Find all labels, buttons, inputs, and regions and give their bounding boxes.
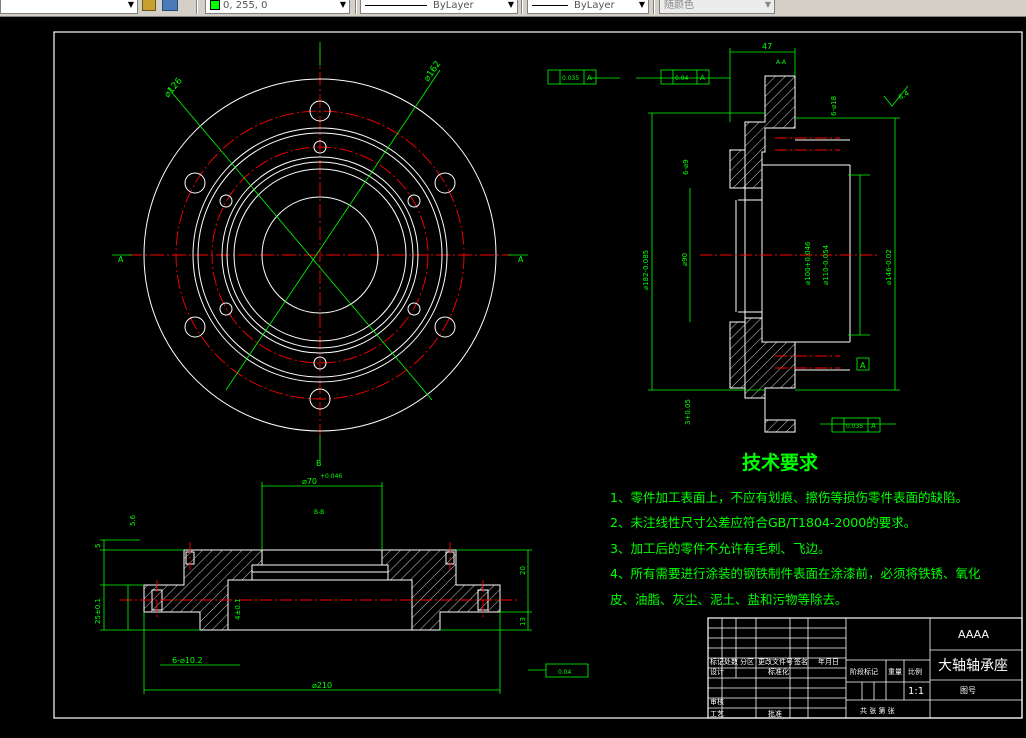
lineweight-preview xyxy=(532,4,568,6)
color-swatch-icon xyxy=(210,0,220,10)
tb-company: AAAA xyxy=(958,628,989,641)
tb-mark: 标记 xyxy=(710,657,724,666)
dim-holes-18: 6-⌀18 xyxy=(830,96,838,116)
lineweight-value: ByLayer xyxy=(574,0,615,11)
tol-perp-datum: A xyxy=(700,74,705,82)
tb-zone: 分区 xyxy=(740,657,754,666)
linetype-dropdown[interactable]: ByLayer ▼ xyxy=(360,0,518,14)
toolbar-separator xyxy=(355,0,357,14)
properties-toolbar: ▼ 0, 255, 0 ▼ ByLayer ▼ ByLayer ▼ 随颜色 ▼ xyxy=(0,0,1026,17)
drawing-canvas[interactable]: ⌀126 ⌀162 A A B 47 A-A 0.035 A 0.04 A 0.… xyxy=(0,16,1026,738)
front-section-label-right: A xyxy=(518,255,524,264)
dim-r3: 3+0.05 xyxy=(684,399,692,425)
layer-states-icon[interactable] xyxy=(142,0,156,11)
bottom-section-view: 0.04 ⌀70 +0.046 B-B ⌀210 6-⌀10.2 20 13 5… xyxy=(94,473,589,694)
section-label-bb: B-B xyxy=(314,509,324,516)
dim-d100: ⌀100+0.046 xyxy=(804,241,812,285)
requirement-1: 1、零件加工表面上，不应有划痕、擦伤等损伤零件表面的缺陷。 xyxy=(610,490,968,505)
tb-change-doc: 更改文件号 xyxy=(758,657,793,666)
plotstyle-value: 随颜色 xyxy=(664,0,694,11)
dim-d110: ⌀110-0.054 xyxy=(822,244,830,285)
front-view: ⌀126 ⌀162 A A B xyxy=(112,42,528,468)
linetype-value: ByLayer xyxy=(433,0,474,11)
roughness-value: 6.4 xyxy=(897,89,911,102)
side-section-view: 47 A-A 0.035 A 0.04 A 0.035 A A 6.4 ⌀182… xyxy=(547,42,911,433)
chevron-down-icon[interactable]: ▼ xyxy=(636,0,648,13)
tb-part-name: 大轴轴承座 xyxy=(938,658,1008,674)
dim-h5: 5 xyxy=(94,544,102,548)
tol-position-value: 0.035 xyxy=(562,75,579,82)
tol-bottom-datum: A xyxy=(871,422,876,430)
tb-approve: 批准 xyxy=(768,709,782,718)
chevron-down-icon[interactable]: ▼ xyxy=(505,0,517,13)
tol-bottom-value: 0.035 xyxy=(846,423,863,430)
tb-count: 处数 xyxy=(724,657,738,666)
dim-h13: 13 xyxy=(519,617,527,626)
tol-perp-value: 0.04 xyxy=(675,75,689,82)
tb-review: 审核 xyxy=(710,697,724,706)
tb-standard: 标准化 xyxy=(768,667,789,676)
requirement-2: 2、未注线性尺寸公差应符合GB/T1804-2000的要求。 xyxy=(610,515,916,530)
tb-ratio: 比例 xyxy=(908,667,922,676)
chevron-down-icon[interactable]: ▼ xyxy=(337,0,349,13)
title-block: 标记 处数 分区 更改文件号 签名 年月日 设计 标准化 审核 工艺 批准 阶段… xyxy=(707,617,1023,719)
color-value: 0, 255, 0 xyxy=(223,0,268,11)
tb-stage: 阶段标记 xyxy=(850,667,878,676)
tb-designer: 设计 xyxy=(710,667,724,676)
toolbar-separator xyxy=(653,0,655,14)
tb-date: 年月日 xyxy=(818,657,839,666)
tb-sheet-info: 共 张 第 张 xyxy=(860,706,895,715)
front-section-label-left: A xyxy=(118,255,124,264)
requirement-4: 4、所有需要进行涂装的钢铁制件表面在涂漆前，必须将铁锈、氧化 xyxy=(610,566,981,581)
dim-width-47: 47 xyxy=(762,42,772,51)
section-label-aa: A-A xyxy=(776,59,787,66)
tb-process: 工艺 xyxy=(710,710,724,718)
front-dim-d162: ⌀162 xyxy=(422,59,443,83)
dim-d70-tol: +0.046 xyxy=(320,473,342,480)
dim-d210: ⌀210 xyxy=(312,681,332,690)
tol-position-datum: A xyxy=(587,74,592,82)
layer-dropdown-tail[interactable]: ▼ xyxy=(0,0,138,14)
tb-sign: 签名 xyxy=(794,657,808,666)
drawing-border xyxy=(53,31,1023,719)
dim-h25: 25±0.1 xyxy=(94,598,102,624)
layer-previous-icon[interactable] xyxy=(162,0,178,11)
dim-d90: ⌀90 xyxy=(681,253,689,266)
linetype-preview xyxy=(365,4,427,6)
dim-h5-6: 5.6 xyxy=(129,514,137,526)
dim-d182: ⌀182-0.085 xyxy=(642,250,650,290)
dim-d70: ⌀70 xyxy=(302,477,317,486)
technical-requirements: 技术要求 1、零件加工表面上，不应有划痕、擦伤等损伤零件表面的缺陷。 2、未注线… xyxy=(610,451,981,607)
dim-h20: 20 xyxy=(519,566,527,575)
dim-holes-10: 6-⌀10.2 xyxy=(172,656,203,665)
tb-drawing-no: 图号 xyxy=(960,686,976,695)
tb-scale: 1:1 xyxy=(908,686,924,697)
color-dropdown[interactable]: 0, 255, 0 ▼ xyxy=(205,0,350,14)
plotstyle-dropdown: 随颜色 ▼ xyxy=(659,0,775,14)
chevron-down-icon: ▼ xyxy=(764,0,772,9)
flatness-value: 0.04 xyxy=(558,669,572,676)
tech-title: 技术要求 xyxy=(742,451,819,474)
toolbar-separator xyxy=(196,0,198,14)
dim-d146: ⌀146-0.02 xyxy=(885,249,893,285)
tb-weight: 重量 xyxy=(888,668,902,676)
dim-h4: 4±0.1 xyxy=(234,599,242,620)
chevron-down-icon[interactable]: ▼ xyxy=(125,0,137,13)
front-dim-d126: ⌀126 xyxy=(163,76,185,100)
dim-holes-9: 6-⌀9 xyxy=(682,159,690,175)
datum-a-label: A xyxy=(860,361,866,370)
requirement-3: 3、加工后的零件不允许有毛刺、飞边。 xyxy=(610,541,830,556)
front-section-label-bottom: B xyxy=(316,459,322,468)
lineweight-dropdown[interactable]: ByLayer ▼ xyxy=(527,0,649,14)
requirement-4-cont: 皮、油脂、灰尘、泥土、盐和污物等除去。 xyxy=(610,592,848,607)
toolbar-separator xyxy=(521,0,523,14)
